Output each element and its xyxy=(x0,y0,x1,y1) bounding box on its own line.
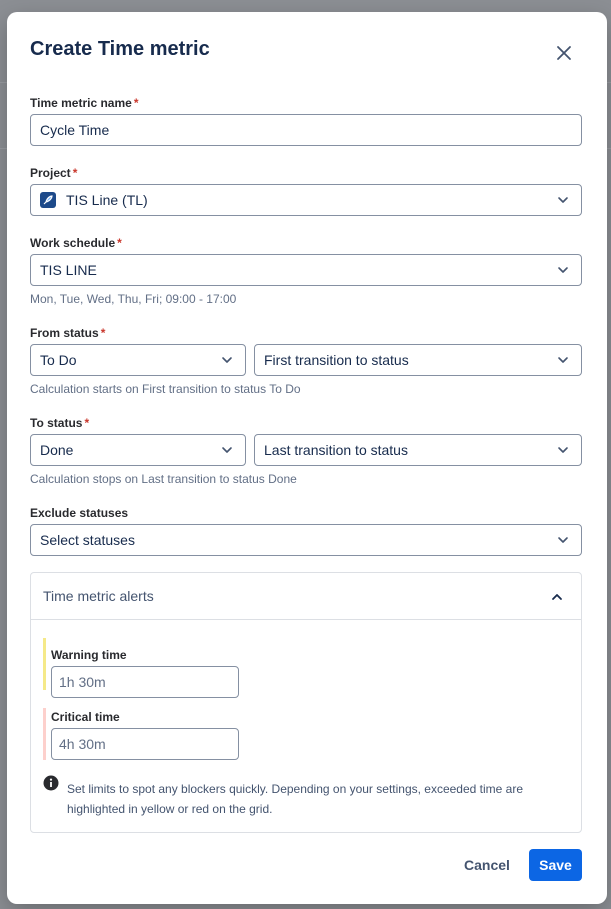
time-metric-name-value: Cycle Time xyxy=(40,122,110,138)
project-value: TIS Line (TL) xyxy=(66,192,148,208)
project-select[interactable]: TIS Line (TL) xyxy=(30,184,582,216)
exclude-statuses-select[interactable]: Select statuses xyxy=(30,524,582,556)
to-status-label: To status * xyxy=(30,416,89,430)
required-marker: * xyxy=(100,326,106,340)
time-metric-alerts-panel: Time metric alerts Warning time Critical… xyxy=(30,572,582,833)
critical-time-input[interactable] xyxy=(51,728,239,760)
chevron-down-icon xyxy=(558,537,568,543)
from-status-label-text: From status xyxy=(30,326,99,340)
from-status-select[interactable]: To Do xyxy=(30,344,246,376)
warning-time-label: Warning time xyxy=(51,648,127,662)
dialog-title: Create Time metric xyxy=(30,38,210,60)
chevron-down-icon xyxy=(558,447,568,453)
exclude-statuses-value: Select statuses xyxy=(40,532,135,548)
work-schedule-select[interactable]: TIS LINE xyxy=(30,254,582,286)
from-status-value: To Do xyxy=(40,352,77,368)
chevron-down-icon xyxy=(222,447,232,453)
critical-time-label: Critical time xyxy=(51,710,120,724)
project-label-text: Project xyxy=(30,166,71,180)
to-transition-select[interactable]: Last transition to status xyxy=(254,434,582,466)
required-marker: * xyxy=(117,236,122,250)
critical-indicator-bar xyxy=(43,708,46,760)
to-status-select[interactable]: Done xyxy=(30,434,246,466)
exclude-statuses-label: Exclude statuses xyxy=(30,506,129,520)
from-transition-value: First transition to status xyxy=(264,352,409,368)
to-status-value: Done xyxy=(40,442,74,458)
schedule-helper-text: Mon, Tue, Wed, Thu, Fri; 09:00 - 17:00 xyxy=(30,292,237,306)
schedule-label-text: Work schedule xyxy=(30,236,116,250)
required-marker: * xyxy=(133,96,139,110)
schedule-label: Work schedule * xyxy=(30,236,122,250)
save-button[interactable]: Save xyxy=(529,849,582,881)
chevron-down-icon xyxy=(558,197,568,203)
to-transition-value: Last transition to status xyxy=(264,442,408,458)
warning-time-input[interactable] xyxy=(51,666,239,698)
info-icon xyxy=(43,775,59,791)
alerts-info-text: Set limits to spot any blockers quickly.… xyxy=(67,782,524,816)
close-icon[interactable] xyxy=(553,42,575,64)
name-label-text: Time metric name xyxy=(30,96,132,110)
schedule-value: TIS LINE xyxy=(40,262,97,278)
required-marker: * xyxy=(72,166,78,180)
cancel-button[interactable]: Cancel xyxy=(456,849,518,881)
rocket-icon xyxy=(40,192,56,208)
chevron-up-icon[interactable] xyxy=(551,591,563,603)
from-status-label: From status * xyxy=(30,326,105,340)
from-transition-select[interactable]: First transition to status xyxy=(254,344,582,376)
chevron-down-icon xyxy=(558,267,568,273)
chevron-down-icon xyxy=(558,357,568,363)
alerts-panel-title: Time metric alerts xyxy=(43,588,154,604)
alerts-panel-header[interactable]: Time metric alerts xyxy=(31,573,581,620)
create-time-metric-dialog: Create Time metric Time metric name * Cyc… xyxy=(7,12,607,904)
chevron-down-icon xyxy=(222,357,232,363)
name-label: Time metric name * xyxy=(30,96,139,110)
time-metric-name-input[interactable]: Cycle Time xyxy=(30,114,582,146)
required-marker: * xyxy=(84,416,90,430)
to-status-helper-text: Calculation stops on Last transition to … xyxy=(30,472,297,486)
from-status-helper-text: Calculation starts on First transition t… xyxy=(30,382,301,396)
to-status-label-text: To status xyxy=(30,416,83,430)
project-label: Project * xyxy=(30,166,77,180)
warning-indicator-bar xyxy=(43,638,46,690)
